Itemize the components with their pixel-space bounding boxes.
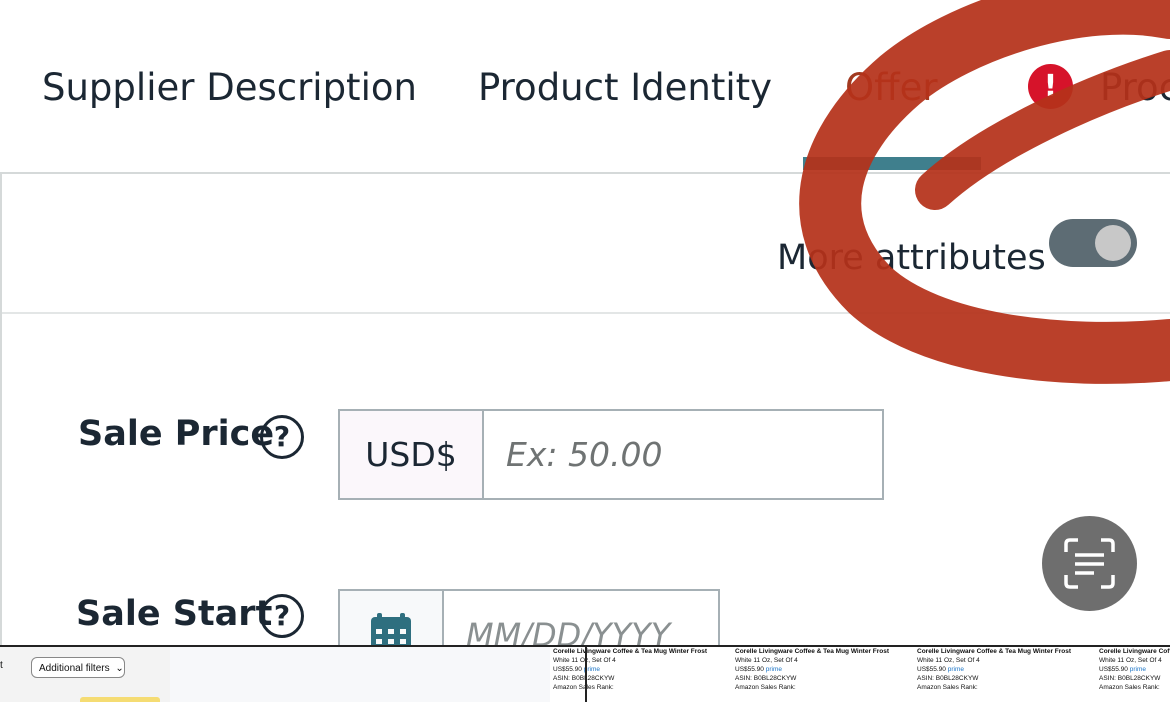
bottom-screenshot-strip: t Additional filters ⌄ Corelle Livingwar… bbox=[0, 645, 1170, 702]
currency-prefix: USD$ bbox=[340, 411, 484, 498]
product-card[interactable]: Corelle Livingware Coffee & Tea Mug Wint… bbox=[553, 647, 733, 702]
product-price: US$55.90 bbox=[735, 666, 764, 673]
product-rank: Amazon Sales Rank: bbox=[1099, 684, 1160, 691]
tab-product-identity[interactable]: Product Identity bbox=[478, 66, 772, 109]
sale-price-input[interactable] bbox=[484, 411, 880, 498]
product-asin: ASIN: B0BL28CKYW bbox=[1099, 675, 1161, 682]
product-title: Corelle Livingware Coffee & Tea Mug Wint… bbox=[917, 648, 1072, 655]
exclamation-circle-icon: ! bbox=[1028, 64, 1073, 109]
tab-supplier-description[interactable]: Supplier Description bbox=[42, 66, 417, 109]
chevron-down-icon: ⌄ bbox=[115, 663, 124, 674]
product-title: Corelle Livingware Coffee & Tea Mug Wint… bbox=[553, 648, 708, 655]
filters-panel: t Additional filters ⌄ bbox=[0, 647, 170, 702]
help-circle-icon[interactable]: ? bbox=[260, 594, 304, 638]
product-card[interactable]: Corelle Livingware Coffee & Tea Mug Wint… bbox=[917, 647, 1097, 702]
sale-price-label: Sale Price bbox=[78, 414, 275, 454]
product-asin: ASIN: B0BL28CKYW bbox=[553, 675, 615, 682]
product-subtitle: White 11 Oz, Set Of 4 bbox=[1099, 657, 1162, 664]
product-price: US$55.90 bbox=[917, 666, 946, 673]
product-subtitle: White 11 Oz, Set Of 4 bbox=[553, 657, 616, 664]
tab-product-details[interactable]: Proc bbox=[1100, 66, 1170, 109]
product-title: Corelle Livingware Coffee & Tea Mug Wint… bbox=[1099, 648, 1170, 655]
more-attributes-label: More attributes bbox=[777, 238, 1046, 278]
tab-offer[interactable]: Offer bbox=[845, 66, 938, 109]
attributes-row: More attributes bbox=[2, 174, 1170, 314]
active-tab-indicator bbox=[803, 157, 981, 170]
blank-area bbox=[170, 647, 550, 702]
left-clipped-text: t bbox=[0, 660, 3, 671]
product-rank: Amazon Sales Rank: bbox=[553, 684, 614, 691]
prime-badge: prime bbox=[765, 666, 782, 673]
prime-badge: prime bbox=[1129, 666, 1146, 673]
sale-start-label: Sale Start bbox=[76, 594, 273, 634]
prime-badge: prime bbox=[947, 666, 964, 673]
product-card[interactable]: Corelle Livingware Coffee & Tea Mug Wint… bbox=[735, 647, 915, 702]
more-attributes-toggle[interactable] bbox=[1049, 219, 1137, 267]
scan-text-button[interactable] bbox=[1042, 516, 1137, 611]
product-asin: ASIN: B0BL28CKYW bbox=[917, 675, 979, 682]
offer-form-card: More attributes Sale Price ? USD$ Sale S… bbox=[0, 172, 1170, 659]
product-price: US$55.90 bbox=[553, 666, 582, 673]
sale-price-field: USD$ bbox=[338, 409, 884, 500]
product-rank: Amazon Sales Rank: bbox=[917, 684, 978, 691]
additional-filters-button[interactable]: Additional filters ⌄ bbox=[31, 657, 125, 678]
additional-filters-label: Additional filters bbox=[39, 663, 110, 674]
cursor-line bbox=[585, 647, 587, 702]
product-subtitle: White 11 Oz, Set Of 4 bbox=[735, 657, 798, 664]
tab-bar: Supplier Description Product Identity Of… bbox=[0, 0, 1170, 172]
scan-text-icon bbox=[1064, 538, 1115, 589]
product-price: US$55.90 bbox=[1099, 666, 1128, 673]
product-title: Corelle Livingware Coffee & Tea Mug Wint… bbox=[735, 648, 890, 655]
toggle-knob bbox=[1095, 225, 1131, 261]
product-card[interactable]: Corelle Livingware Coffee & Tea Mug Wint… bbox=[1099, 647, 1170, 702]
help-circle-icon[interactable]: ? bbox=[260, 415, 304, 459]
product-rank: Amazon Sales Rank: bbox=[735, 684, 796, 691]
product-subtitle: White 11 Oz, Set Of 4 bbox=[917, 657, 980, 664]
product-asin: ASIN: B0BL28CKYW bbox=[735, 675, 797, 682]
